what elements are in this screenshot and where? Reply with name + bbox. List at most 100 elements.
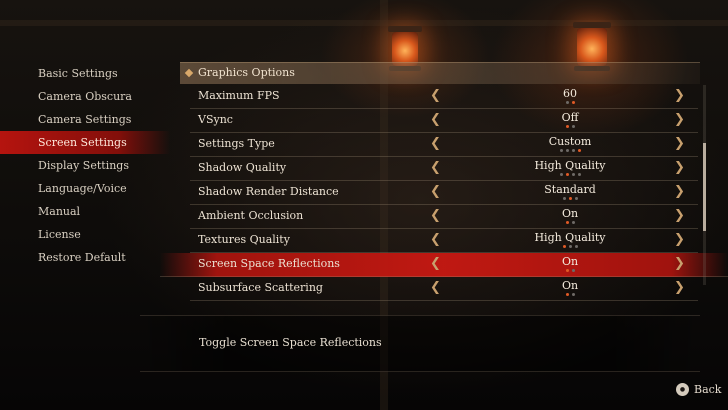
setting-value: On	[561, 279, 579, 292]
setting-row-settings-type[interactable]: Settings Type ❮ Custom ❯	[190, 133, 698, 157]
chevron-right-icon[interactable]: ❯	[674, 185, 685, 199]
menu-item-restore-default[interactable]: Restore Default	[0, 246, 170, 269]
diamond-icon	[184, 68, 194, 78]
chevron-right-icon[interactable]: ❯	[674, 113, 685, 127]
setting-label: Textures Quality	[198, 233, 290, 246]
option-dot	[571, 293, 575, 296]
option-dot	[571, 125, 575, 128]
chevron-right-icon[interactable]: ❯	[674, 137, 685, 151]
option-indicator-dots	[472, 293, 668, 298]
chevron-right-icon[interactable]: ❯	[674, 161, 685, 175]
circle-button-icon: ●	[676, 382, 689, 396]
setting-value: High Quality	[534, 231, 606, 244]
option-dot	[559, 149, 563, 152]
chevron-left-icon[interactable]: ❮	[430, 233, 441, 247]
setting-row-shadow-quality[interactable]: Shadow Quality ❮ High Quality ❯	[190, 157, 698, 181]
option-dot	[559, 173, 563, 176]
chevron-left-icon[interactable]: ❮	[430, 137, 441, 151]
option-dot	[565, 221, 569, 224]
chevron-right-icon[interactable]: ❯	[674, 281, 685, 295]
section-header: Graphics Options	[180, 62, 700, 84]
setting-value: On	[561, 255, 579, 268]
setting-value: Custom	[548, 135, 592, 148]
setting-label: Ambient Occlusion	[198, 209, 304, 222]
back-label: Back	[694, 382, 722, 396]
menu-item-screen-settings[interactable]: Screen Settings	[0, 131, 170, 154]
setting-label: Settings Type	[198, 137, 275, 150]
option-dot	[562, 197, 566, 200]
option-dot	[562, 245, 566, 248]
setting-row-screen-space-reflections[interactable]: Screen Space Reflections ❮ On ❯	[160, 253, 728, 277]
option-dot	[571, 173, 575, 176]
setting-row-subsurface-scattering[interactable]: Subsurface Scattering ❮ On ❯	[190, 277, 698, 301]
chevron-right-icon[interactable]: ❯	[674, 257, 685, 271]
settings-category-menu: Basic Settings Camera Obscura Camera Set…	[0, 62, 170, 269]
menu-item-camera-obscura[interactable]: Camera Obscura	[0, 85, 170, 108]
menu-item-display-settings[interactable]: Display Settings	[0, 154, 170, 177]
option-dot	[571, 149, 575, 152]
chevron-left-icon[interactable]: ❮	[430, 161, 441, 175]
setting-label: VSync	[198, 113, 233, 126]
wooden-beam	[0, 20, 728, 26]
option-dot	[571, 221, 575, 224]
setting-value: 60	[563, 87, 577, 100]
option-dot	[574, 245, 578, 248]
setting-row-shadow-render-distance[interactable]: Shadow Render Distance ❮ Standard ❯	[190, 181, 698, 205]
option-dot	[565, 173, 569, 176]
setting-row-vsync[interactable]: VSync ❮ Off ❯	[190, 109, 698, 133]
chevron-right-icon[interactable]: ❯	[674, 209, 685, 223]
chevron-left-icon[interactable]: ❮	[430, 185, 441, 199]
setting-value: Off	[561, 111, 579, 124]
settings-list: Maximum FPS ❮ 60 ❯ VSync ❮ Off ❯ Settings Type ❮ C…	[160, 85, 728, 301]
option-indicator-dots	[472, 173, 668, 178]
option-dot	[571, 269, 575, 272]
option-dot	[568, 197, 572, 200]
option-dot	[568, 245, 572, 248]
lantern-icon	[388, 26, 422, 71]
menu-item-camera-settings[interactable]: Camera Settings	[0, 108, 170, 131]
option-dot	[574, 197, 578, 200]
option-dot	[565, 149, 569, 152]
setting-label: Shadow Quality	[198, 161, 287, 174]
section-title: Graphics Options	[198, 66, 295, 79]
setting-label: Shadow Render Distance	[198, 185, 339, 198]
setting-label: Subsurface Scattering	[198, 281, 323, 294]
setting-value: On	[561, 207, 579, 220]
option-dot	[565, 125, 569, 128]
option-indicator-dots	[472, 149, 668, 154]
setting-value: Standard	[544, 183, 596, 196]
chevron-left-icon[interactable]: ❮	[430, 113, 441, 127]
option-indicator-dots	[472, 245, 668, 250]
option-indicator-dots	[472, 125, 668, 130]
option-dot	[571, 101, 575, 104]
scrollbar[interactable]	[703, 85, 706, 285]
menu-item-manual[interactable]: Manual	[0, 200, 170, 223]
option-indicator-dots	[472, 101, 668, 106]
chevron-right-icon[interactable]: ❯	[674, 89, 685, 103]
setting-row-ambient-occlusion[interactable]: Ambient Occlusion ❮ On ❯	[190, 205, 698, 229]
option-dot	[565, 101, 569, 104]
option-indicator-dots	[472, 221, 668, 226]
chevron-left-icon[interactable]: ❮	[430, 209, 441, 223]
setting-row-maximum-fps[interactable]: Maximum FPS ❮ 60 ❯	[190, 85, 698, 109]
option-dot	[565, 293, 569, 296]
setting-value: High Quality	[534, 159, 606, 172]
option-indicator-dots	[472, 269, 668, 274]
setting-label: Screen Space Reflections	[198, 257, 340, 270]
menu-item-basic-settings[interactable]: Basic Settings	[0, 62, 170, 85]
chevron-left-icon[interactable]: ❮	[430, 257, 441, 271]
menu-item-license[interactable]: License	[0, 223, 170, 246]
chevron-right-icon[interactable]: ❯	[674, 233, 685, 247]
option-dot	[565, 269, 569, 272]
chevron-left-icon[interactable]: ❮	[430, 281, 441, 295]
option-dot	[577, 149, 581, 152]
setting-description: Toggle Screen Space Reflections	[199, 336, 382, 349]
setting-label: Maximum FPS	[198, 89, 280, 102]
option-dot	[577, 173, 581, 176]
chevron-left-icon[interactable]: ❮	[430, 89, 441, 103]
menu-item-language-voice[interactable]: Language/Voice	[0, 177, 170, 200]
scrollbar-thumb[interactable]	[703, 143, 706, 231]
back-button[interactable]: ● Back	[676, 382, 721, 396]
setting-row-textures-quality[interactable]: Textures Quality ❮ High Quality ❯	[190, 229, 698, 253]
option-indicator-dots	[472, 197, 668, 202]
